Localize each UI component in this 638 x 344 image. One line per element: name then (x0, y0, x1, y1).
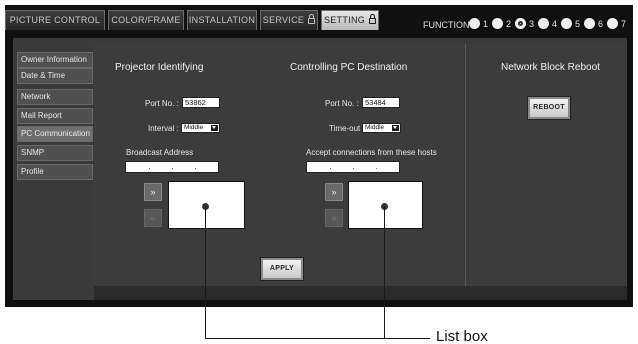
port-label: Port No. : (325, 99, 359, 108)
function-button-6[interactable]: 6 (584, 18, 603, 30)
sidebar-item-network[interactable]: Network (17, 89, 93, 105)
sidebar-item-label: Owner Information (21, 55, 87, 64)
chevron-down-icon (392, 125, 399, 131)
sidebar-item-label: Mail Report (21, 111, 62, 120)
ip-separator (330, 168, 331, 169)
sidebar-item-label: Profile (21, 167, 44, 176)
port-label: Port No. : (145, 99, 179, 108)
interval-select-value: Middle (184, 124, 204, 131)
sidebar-item-profile[interactable]: Profile (17, 164, 93, 180)
tab-color-frame[interactable]: COLOR/FRAME (108, 10, 184, 30)
lock-icon (369, 14, 377, 24)
tab-label: COLOR/FRAME (111, 15, 181, 25)
radio-icon (538, 18, 549, 29)
function-button-5[interactable]: 5 (561, 18, 580, 30)
double-chevron-right-icon: » (331, 187, 337, 197)
radio-icon (607, 18, 618, 29)
network-block-reboot-title: Network Block Reboot (501, 62, 600, 73)
timeout-select[interactable]: Middle (362, 123, 401, 133)
sidebar-item-pc-communication[interactable]: PC Communication (17, 126, 93, 142)
controlling-pc-destination-title: Controlling PC Destination (290, 62, 408, 73)
callout-line (384, 206, 385, 339)
ip-separator (195, 168, 196, 169)
host-address-input[interactable] (306, 161, 400, 173)
function-label: FUNCTION (423, 20, 470, 30)
function-button-label: 4 (552, 19, 558, 29)
function-button-label: 3 (529, 19, 535, 29)
panel-footer (94, 286, 627, 300)
function-button-label: 2 (506, 19, 512, 29)
sidebar-item-mail-report[interactable]: Mail Report (17, 108, 93, 124)
radio-icon (469, 18, 480, 29)
tab-setting[interactable]: SETTING (321, 10, 379, 30)
ip-separator (172, 168, 173, 169)
tab-label: SETTING (323, 15, 366, 25)
interval-label: Interval : (148, 124, 179, 133)
apply-button[interactable]: APPLY (261, 258, 303, 280)
tab-service[interactable]: SERVICE (260, 10, 318, 30)
lock-icon (308, 14, 316, 24)
function-button-4[interactable]: 4 (538, 18, 557, 30)
ip-separator (149, 168, 150, 169)
sidebar-item-label: PC Communication (21, 129, 90, 138)
function-button-2[interactable]: 2 (492, 18, 511, 30)
section-divider (465, 44, 466, 292)
tab-label: PICTURE CONTROL (9, 15, 101, 25)
timeout-select-value: Middle (365, 124, 385, 131)
function-button-label: 7 (621, 19, 627, 29)
function-button-7[interactable]: 7 (607, 18, 626, 30)
tab-picture-control[interactable]: PICTURE CONTROL (5, 10, 105, 30)
projector-identifying-title: Projector Identifying (115, 62, 204, 73)
function-button-1[interactable]: 1 (469, 18, 488, 30)
tab-label: INSTALLATION (188, 15, 256, 25)
sidebar-item-label: Date & Time (21, 71, 66, 80)
tab-label: SERVICE (262, 15, 305, 25)
remove-host-button[interactable]: « (325, 209, 343, 227)
accept-hosts-label: Accept connections from these hosts (306, 148, 437, 157)
broadcast-address-label: Broadcast Address (126, 148, 194, 157)
radio-icon (561, 18, 572, 29)
pc-port-input[interactable]: 53484 (362, 97, 400, 108)
chevron-down-icon (211, 125, 218, 131)
broadcast-address-input[interactable] (125, 161, 219, 173)
sidebar-item-date-time[interactable]: Date & Time (17, 68, 93, 84)
radio-icon (492, 18, 503, 29)
sidebar-item-owner-information[interactable]: Owner Information (17, 52, 93, 68)
tab-bar: PICTURE CONTROL COLOR/FRAME INSTALLATION… (5, 5, 633, 30)
function-button-label: 1 (483, 19, 489, 29)
radio-selected-icon (515, 18, 526, 29)
ip-separator (353, 168, 354, 169)
double-chevron-left-icon: « (150, 213, 156, 223)
callout-line (205, 338, 430, 339)
timeout-label: Time-out (329, 124, 361, 133)
function-button-label: 6 (598, 19, 604, 29)
sidebar-item-label: Network (21, 92, 51, 101)
projector-port-input[interactable]: 53862 (182, 97, 220, 108)
callout-label: List box (436, 328, 488, 344)
sidebar-item-snmp[interactable]: SNMP (17, 145, 93, 161)
add-address-button[interactable]: » (144, 183, 162, 201)
double-chevron-left-icon: « (331, 213, 337, 223)
sidebar-item-label: SNMP (21, 148, 45, 157)
function-button-3[interactable]: 3 (515, 18, 534, 30)
interval-select[interactable]: Middle (181, 123, 220, 133)
callout-line (205, 206, 206, 339)
reboot-button[interactable]: REBOOT (528, 97, 570, 119)
add-host-button[interactable]: » (325, 183, 343, 201)
radio-icon (584, 18, 595, 29)
function-button-label: 5 (575, 19, 581, 29)
ip-separator (376, 168, 377, 169)
remove-address-button[interactable]: « (144, 209, 162, 227)
tab-installation[interactable]: INSTALLATION (187, 10, 257, 30)
double-chevron-right-icon: » (150, 187, 156, 197)
